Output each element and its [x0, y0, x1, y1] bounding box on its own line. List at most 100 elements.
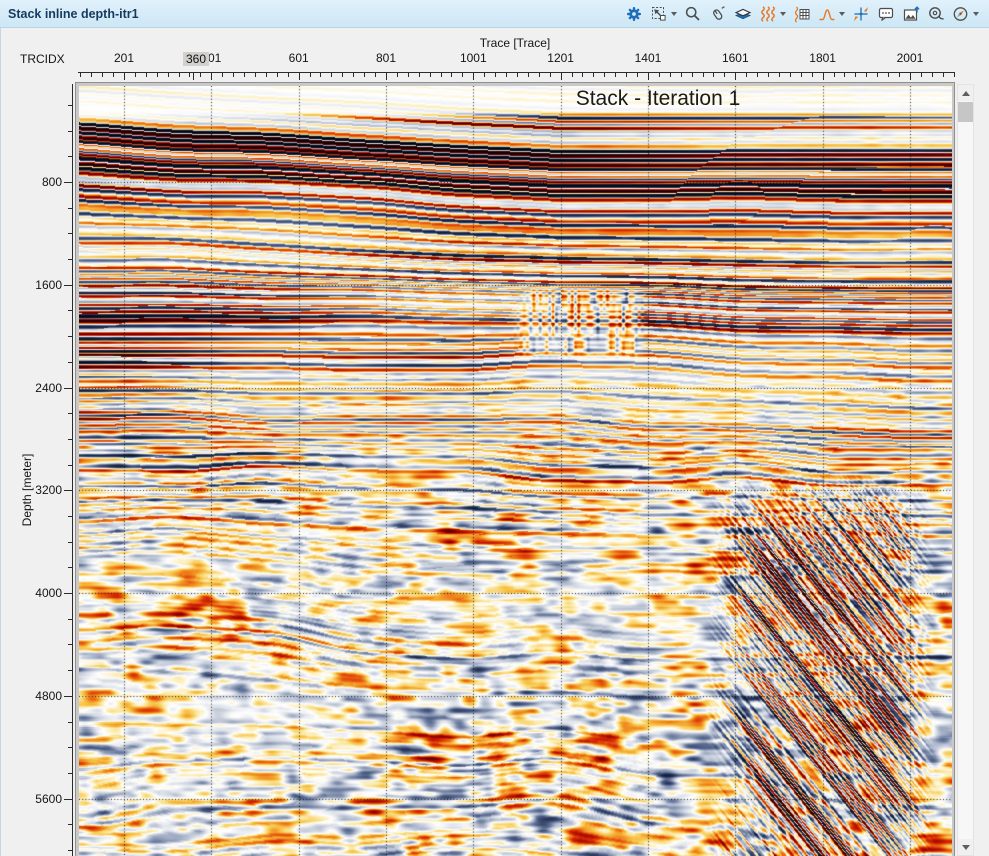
- zoom-magnifier-icon[interactable]: [684, 4, 702, 24]
- plot-title: Stack - Iteration 1: [576, 87, 741, 111]
- top-axis-minor-tick: [888, 73, 889, 77]
- top-axis-minor-tick: [430, 73, 431, 77]
- top-axis-minor-tick: [844, 73, 845, 77]
- top-axis-major-tick: [386, 73, 387, 80]
- top-axis-minor-tick: [593, 73, 594, 77]
- top-axis-minor-tick: [681, 73, 682, 77]
- top-axis-minor-tick: [550, 73, 551, 77]
- left-axis-minor-tick: [68, 105, 72, 106]
- left-axis-minor-tick: [68, 644, 72, 645]
- left-axis-tick-label: 4000: [16, 586, 62, 600]
- top-axis-minor-tick: [834, 73, 835, 77]
- up-arrow-icon: [962, 91, 970, 96]
- top-axis-minor-tick: [495, 73, 496, 77]
- trace-table-icon[interactable]: [793, 4, 811, 24]
- fit-selection-icon[interactable]: [650, 4, 677, 24]
- left-axis-major-tick: [64, 182, 72, 183]
- left-axis-tick-label: 5600: [16, 792, 62, 806]
- amplitude-curve-icon[interactable]: [818, 4, 845, 24]
- corner-axis-label: TRCIDX: [20, 52, 65, 66]
- left-axis-minor-tick: [68, 413, 72, 414]
- wiggle-traces-icon[interactable]: [759, 4, 786, 24]
- top-axis-minor-tick: [200, 73, 201, 77]
- left-axis-minor-tick: [68, 747, 72, 748]
- mouse-pointer-icon[interactable]: [709, 4, 727, 24]
- top-axis-tick-label: 1801: [809, 51, 836, 65]
- top-axis-minor-tick: [615, 73, 616, 77]
- left-axis-minor-tick: [68, 336, 72, 337]
- left-axis-tick-label: 2400: [16, 381, 62, 395]
- export-image-icon[interactable]: [902, 4, 920, 24]
- dropdown-chevron-icon[interactable]: [780, 12, 786, 16]
- top-axis-minor-tick: [288, 73, 289, 77]
- dropdown-chevron-icon[interactable]: [973, 12, 979, 16]
- left-axis-major-tick: [64, 696, 72, 697]
- top-axis-minor-tick: [506, 73, 507, 77]
- top-axis-minor-tick: [408, 73, 409, 77]
- top-axis-minor-tick: [233, 73, 234, 77]
- left-axis-minor-tick: [68, 670, 72, 671]
- top-axis-minor-tick: [626, 73, 627, 77]
- top-axis-minor-tick: [451, 73, 452, 77]
- top-axis-minor-tick: [397, 73, 398, 77]
- top-axis-minor-tick: [80, 73, 81, 77]
- left-axis-major-tick: [64, 799, 72, 800]
- top-axis-major-tick: [648, 73, 649, 80]
- top-axis-minor-tick: [168, 73, 169, 77]
- left-axis-minor-tick: [68, 131, 72, 132]
- top-axis-major-tick: [823, 73, 824, 80]
- compass-icon[interactable]: [952, 4, 979, 24]
- left-axis-minor-tick: [68, 259, 72, 260]
- comment-icon[interactable]: [877, 4, 895, 24]
- left-axis-minor-tick: [68, 362, 72, 363]
- vertical-scrollbar[interactable]: [957, 84, 974, 856]
- top-axis-minor-tick: [462, 73, 463, 77]
- top-axis-minor-tick: [582, 73, 583, 77]
- seismic-image[interactable]: [79, 86, 952, 856]
- tape-measure-icon[interactable]: [927, 4, 945, 24]
- left-axis-major-tick: [64, 490, 72, 491]
- top-axis-minor-tick: [604, 73, 605, 77]
- left-axis-tick-label: 1600: [16, 278, 62, 292]
- left-axis-minor-tick: [68, 567, 72, 568]
- scrollbar-thumb[interactable]: [958, 102, 973, 122]
- left-axis-tick-label: 4800: [16, 689, 62, 703]
- top-axis-minor-tick: [255, 73, 256, 77]
- top-axis-minor-tick: [932, 73, 933, 77]
- top-axis-minor-tick: [244, 73, 245, 77]
- top-axis-tick-label: 201: [114, 51, 134, 65]
- crosshair-tracking-icon[interactable]: [852, 4, 870, 24]
- toolbar: [625, 0, 979, 27]
- left-axis-major-tick: [64, 593, 72, 594]
- top-axis-minor-tick: [484, 73, 485, 77]
- top-axis-major-tick: [124, 73, 125, 80]
- top-axis-tick-label: 601: [289, 51, 309, 65]
- left-axis-tick-label: 3200: [16, 483, 62, 497]
- left-axis-minor-tick: [68, 542, 72, 543]
- top-axis-minor-tick: [179, 73, 180, 77]
- left-axis-tick-label: 800: [16, 175, 62, 189]
- left-axis-major-tick: [64, 388, 72, 389]
- top-axis-tick-label: 1001: [460, 51, 487, 65]
- dropdown-chevron-icon[interactable]: [839, 12, 845, 16]
- top-axis-minor-tick: [899, 73, 900, 77]
- left-axis-minor-tick: [68, 773, 72, 774]
- left-axis-major-tick: [64, 285, 72, 286]
- top-axis-minor-tick: [757, 73, 758, 77]
- top-axis-minor-tick: [441, 73, 442, 77]
- left-axis-minor-tick: [68, 824, 72, 825]
- top-axis-tick-label: 1401: [635, 51, 662, 65]
- top-axis-minor-tick: [703, 73, 704, 77]
- settings-gear-icon[interactable]: [625, 4, 643, 24]
- layers-icon[interactable]: [734, 4, 752, 24]
- top-axis-minor-tick: [517, 73, 518, 77]
- scroll-down-button[interactable]: [958, 839, 973, 855]
- window-title: Stack inline depth-itr1: [8, 7, 139, 21]
- top-axis-minor-tick: [746, 73, 747, 77]
- top-axis-minor-tick: [801, 73, 802, 77]
- dropdown-chevron-icon[interactable]: [671, 12, 677, 16]
- scroll-up-button[interactable]: [958, 85, 973, 101]
- plot-frame: [75, 82, 955, 856]
- top-axis-minor-tick: [320, 73, 321, 77]
- top-axis-minor-tick: [277, 73, 278, 77]
